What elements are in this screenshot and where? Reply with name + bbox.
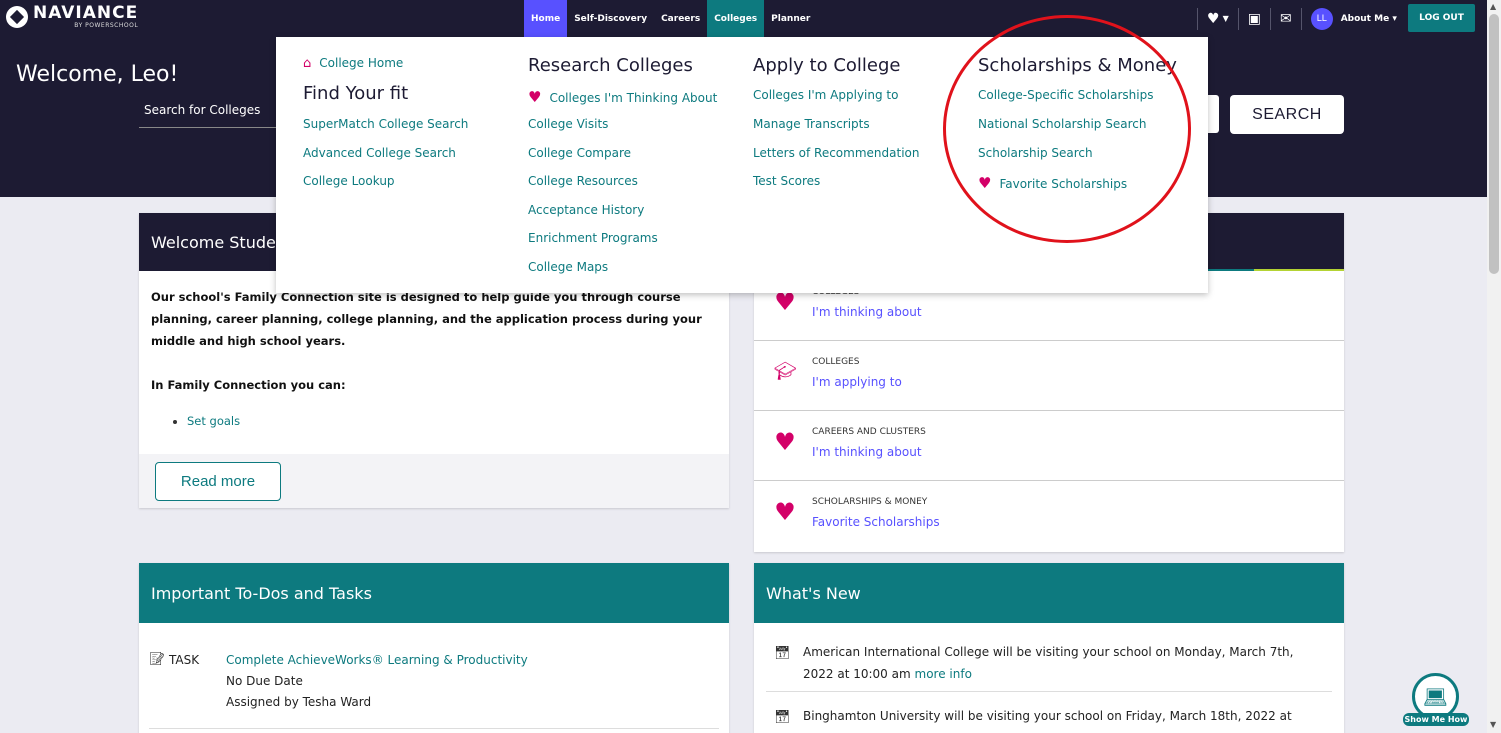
divider [1197, 7, 1198, 30]
menu-item-college-resources[interactable]: College Resources [528, 174, 638, 188]
favorite-category: SCHOLARSHIPS & MONEY [812, 497, 928, 507]
task-assigned-by: Assigned by Tesha Ward [226, 695, 372, 709]
divider [1237, 7, 1239, 30]
favorite-link[interactable]: I'm applying to [812, 375, 902, 389]
nav-tab-colleges[interactable]: Colleges [707, 0, 765, 37]
welcome-subheading: In Family Connection you can: [151, 378, 346, 392]
whats-new-card: What's New 📅︎ American International Col… [754, 563, 1344, 733]
menu-item-test-scores[interactable]: Test Scores [753, 174, 820, 188]
news-item: 📅︎ Binghamton University will be visitin… [774, 705, 1314, 733]
menu-item-label: Colleges I'm Thinking About [549, 91, 718, 105]
read-more-button[interactable]: Read more [155, 462, 281, 501]
annotation-circle [943, 15, 1191, 243]
page-scrollbar[interactable]: ▲ ▼ [1487, 0, 1501, 733]
favorite-category: COLLEGES [812, 357, 860, 367]
heart-icon: ♥ [774, 428, 796, 456]
divider [1269, 7, 1271, 30]
about-me-menu[interactable]: About Me ▾ [1341, 14, 1397, 24]
menu-item-manage-transcripts[interactable]: Manage Transcripts [753, 117, 870, 131]
menu-item-colleges-thinking-about[interactable]: ♥ Colleges I'm Thinking About [528, 88, 717, 106]
card-footer: Read more [139, 454, 729, 508]
nav-tab-self-discovery[interactable]: Self-Discovery [567, 0, 654, 37]
logout-button[interactable]: LOG OUT [1408, 4, 1475, 32]
mail-icon[interactable]: ✉ [1280, 11, 1292, 27]
card-title: Important To-Dos and Tasks [139, 563, 729, 623]
heart-icon: ♥ [528, 88, 542, 106]
brand-sub: BY POWERSCHOOL [74, 22, 139, 29]
favorite-row[interactable]: ♥ CAREERS AND CLUSTERS I'm thinking abou… [754, 411, 1344, 481]
menu-item-advanced-college-search[interactable]: Advanced College Search [303, 146, 456, 160]
about-me-caret-icon: ▾ [1392, 13, 1397, 24]
menu-heading-find-your-fit: Find Your fit [303, 83, 409, 104]
scroll-thumb[interactable] [1489, 14, 1499, 274]
naviance-logo[interactable]: NAVIANCE BY POWERSCHOOL [6, 5, 138, 29]
menu-heading-apply-to-college: Apply to College [753, 55, 901, 76]
nav-tab-home[interactable]: Home [524, 0, 568, 37]
task-link[interactable]: Complete AchieveWorks® Learning & Produc… [226, 653, 528, 667]
favorite-link[interactable]: I'm thinking about [812, 445, 922, 459]
favorite-category: CAREERS AND CLUSTERS [812, 427, 926, 437]
menu-item-college-compare[interactable]: College Compare [528, 146, 631, 160]
calendar-icon: 📅︎ [774, 710, 791, 725]
scroll-down-icon[interactable]: ▼ [1490, 720, 1496, 729]
todo-card: Important To-Dos and Tasks 📝︎ TASK Compl… [139, 563, 729, 733]
divider [1300, 7, 1302, 30]
menu-item-college-lookup[interactable]: College Lookup [303, 174, 395, 188]
divider [766, 691, 1332, 692]
graduation-cap-icon: 🎓︎ [773, 361, 797, 382]
menu-item-colleges-applying-to[interactable]: Colleges I'm Applying to [753, 88, 898, 102]
menu-item-college-home[interactable]: ⌂ College Home [303, 56, 403, 71]
favorite-row[interactable]: 🎓︎ COLLEGES I'm applying to [754, 341, 1344, 411]
show-me-how-widget[interactable]: 💻︎ Show Me How [1403, 673, 1469, 726]
news-text: American International College will be v… [803, 645, 1294, 681]
task-due-date: No Due Date [226, 674, 303, 688]
college-home-icon: ⌂ [303, 56, 312, 71]
main-nav: Home Self-Discovery Careers Colleges Pla… [524, 0, 817, 37]
more-info-link[interactable]: more info [915, 667, 972, 681]
brand-name: NAVIANCE [33, 3, 139, 23]
task-clipboard-icon: 📝︎ [149, 652, 166, 667]
nav-tab-careers[interactable]: Careers [654, 0, 707, 37]
show-me-how-label: Show Me How [1403, 713, 1469, 726]
news-item: 📅︎ American International College will b… [774, 641, 1314, 685]
menu-item-college-maps[interactable]: College Maps [528, 260, 608, 274]
user-nav: ♥ ▼ ▣ ✉ LL About Me ▾ [1188, 0, 1397, 37]
menu-heading-research-colleges: Research Colleges [528, 55, 693, 76]
search-underline [139, 127, 279, 128]
avatar[interactable]: LL [1310, 7, 1333, 30]
menu-item-acceptance-history[interactable]: Acceptance History [528, 203, 644, 217]
task-type: TASK [169, 653, 200, 667]
about-me-label: About Me [1340, 13, 1390, 24]
favorites-heart-icon[interactable]: ♥ [1207, 11, 1220, 27]
goal-link[interactable]: Set goals [187, 410, 717, 432]
favorites-caret-icon[interactable]: ▼ [1223, 14, 1229, 23]
favorite-link[interactable]: I'm thinking about [812, 305, 922, 319]
menu-item-letters-of-recommendation[interactable]: Letters of Recommendation [753, 146, 919, 160]
menu-item-label: College Home [319, 56, 404, 70]
favorite-row[interactable]: ♥ SCHOLARSHIPS & MONEY Favorite Scholars… [754, 481, 1344, 551]
news-text: Binghamton University will be visiting y… [803, 709, 1292, 733]
top-nav-bar: NAVIANCE BY POWERSCHOOL Home Self-Discov… [0, 0, 1487, 37]
menu-item-supermatch[interactable]: SuperMatch College Search [303, 117, 468, 131]
menu-item-college-visits[interactable]: College Visits [528, 117, 608, 131]
welcome-paragraph: Our school's Family Connection site is d… [151, 290, 702, 348]
heart-icon: ♥ [774, 498, 796, 526]
divider [149, 728, 719, 729]
card-title: What's New [754, 563, 1344, 623]
welcome-heading: Welcome, Leo! [16, 62, 179, 87]
feedback-icon[interactable]: ▣ [1248, 11, 1261, 27]
scroll-up-icon[interactable]: ▲ [1490, 2, 1496, 11]
college-search-input[interactable]: Search for Colleges [144, 103, 260, 117]
search-input-box[interactable] [1207, 95, 1219, 133]
naviance-logo-icon [6, 6, 28, 28]
favorite-link[interactable]: Favorite Scholarships [812, 515, 940, 529]
search-button[interactable]: SEARCH [1230, 95, 1344, 134]
nav-tab-planner[interactable]: Planner [764, 0, 817, 37]
calendar-icon: 📅︎ [774, 646, 791, 661]
menu-item-enrichment-programs[interactable]: Enrichment Programs [528, 231, 658, 245]
